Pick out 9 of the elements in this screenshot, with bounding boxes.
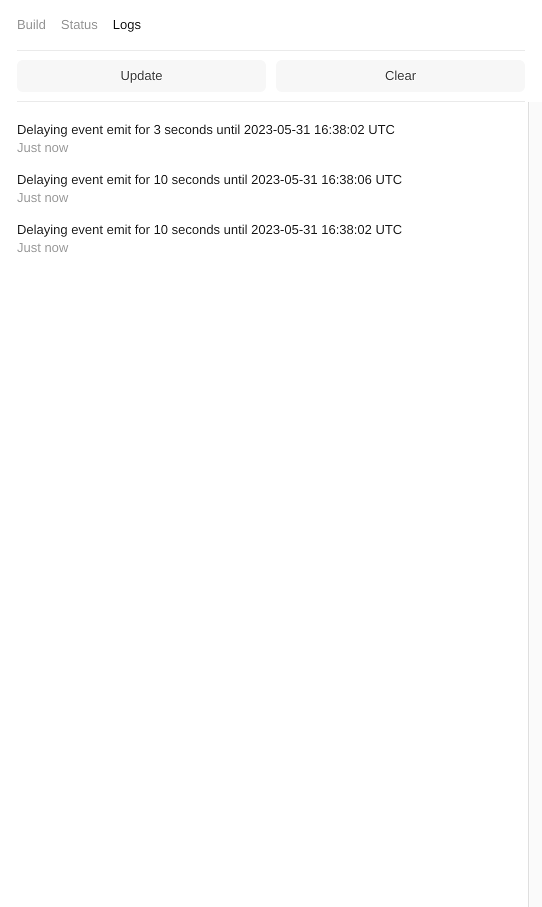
tab[interactable]: Logs: [112, 17, 141, 33]
log-time: Just now: [17, 189, 70, 206]
log-message: Delaying event emit for 10 seconds until 2023-05-31 16:38:06 UTC: [17, 171, 404, 189]
log-message: Delaying event emit for 3 seconds until 2023-05-31 16:38:02 UTC: [17, 121, 396, 139]
log-time: Just now: [17, 239, 70, 256]
action-button[interactable]: Update: [17, 60, 266, 92]
log-message: Delaying event emit for 10 seconds until 2023-05-31 16:38:02 UTC: [17, 221, 404, 239]
log-time: Just now: [17, 139, 70, 156]
action-button[interactable]: Clear: [276, 60, 525, 92]
